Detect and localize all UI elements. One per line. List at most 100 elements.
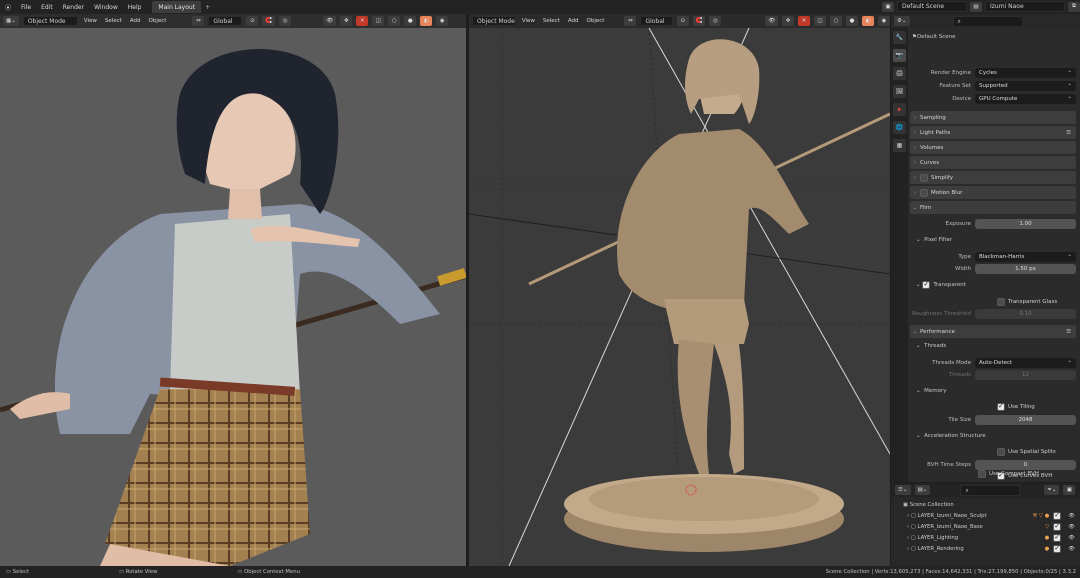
- menu-edit[interactable]: Edit: [36, 4, 58, 11]
- view-menu-right[interactable]: View: [520, 18, 537, 24]
- output-tab-icon[interactable]: 🖨: [893, 67, 906, 80]
- proportional-edit-icon[interactable]: ◎: [279, 16, 292, 26]
- scene-selector[interactable]: Default Scene: [897, 1, 967, 12]
- compact-bvh-checkbox[interactable]: [978, 470, 986, 478]
- visibility-icon-right[interactable]: 👁: [765, 16, 778, 26]
- use-tiling-checkbox[interactable]: [997, 402, 1005, 411]
- overlay-icon-right[interactable]: ✕: [798, 16, 810, 26]
- outliner-item-sculpt[interactable]: › ▢ LAYER_Izumi_Naoe_Sculpt⚒ ▽ ●👁: [891, 510, 1080, 521]
- eye-icon[interactable]: 👁: [1068, 535, 1075, 541]
- use-tiling-row[interactable]: Use Tiling: [997, 401, 1035, 413]
- outliner-search-input[interactable]: ⌕: [960, 484, 1021, 496]
- gizmo-icon-right[interactable]: ✥: [782, 16, 794, 26]
- memory-subpanel[interactable]: ⌄ Memory: [916, 385, 946, 397]
- xray-icon-right[interactable]: ◫: [814, 16, 826, 26]
- threads-subpanel[interactable]: ⌄ Threads: [916, 340, 946, 352]
- volumes-panel[interactable]: › Volumes: [910, 141, 1076, 154]
- transform-orientation-right[interactable]: Global: [640, 16, 673, 26]
- spatial-splits-checkbox[interactable]: [997, 448, 1005, 456]
- eye-icon[interactable]: 👁: [1068, 524, 1075, 530]
- world-tab-icon[interactable]: 🌐: [893, 121, 906, 134]
- shading-material-icon-right[interactable]: ◐: [862, 16, 874, 26]
- light-paths-panel[interactable]: › Light Paths ☰: [910, 126, 1076, 139]
- xray-icon[interactable]: ◫: [372, 16, 385, 26]
- outliner-item-rendering[interactable]: › ▢ LAYER_Rendering●👁: [891, 543, 1080, 554]
- filter-icon[interactable]: ⏷⌄: [1044, 485, 1060, 495]
- new-view-layer-icon[interactable]: ⧉: [1068, 1, 1080, 12]
- tool-tab-icon[interactable]: 🔧: [893, 31, 906, 44]
- visibility-icon[interactable]: 👁: [323, 16, 337, 26]
- add-menu-right[interactable]: Add: [566, 18, 581, 24]
- transparent-glass-checkbox[interactable]: [997, 298, 1005, 306]
- mode-selector-right[interactable]: Object Mode: [472, 16, 516, 26]
- transform-orientation-icon[interactable]: ⇔: [192, 16, 205, 26]
- feature-set-dropdown[interactable]: Supported: [975, 80, 1076, 91]
- threads-mode-dropdown[interactable]: Auto-Detect: [975, 357, 1076, 368]
- view-menu-left[interactable]: View: [82, 18, 99, 24]
- filter-type-dropdown[interactable]: Blackman-Harris: [975, 251, 1076, 262]
- roughness-field[interactable]: 0.10: [975, 308, 1076, 319]
- snap-icon[interactable]: 🧲: [262, 16, 276, 26]
- viewport-right[interactable]: Object Mode View Select Add Object ⇔ Glo…: [469, 14, 890, 566]
- overlay-icon[interactable]: ✕: [356, 16, 369, 26]
- sampling-panel[interactable]: › Sampling: [910, 111, 1076, 124]
- exposure-field[interactable]: 1.00: [975, 218, 1076, 229]
- shading-render-icon[interactable]: ◉: [436, 16, 449, 26]
- eye-icon[interactable]: 👁: [1068, 513, 1075, 519]
- transform-orientation-icon-right[interactable]: ⇔: [624, 16, 637, 26]
- outliner-item-base[interactable]: › ▢ LAYER_Izumi_Naoe_Base▽👁: [891, 521, 1080, 532]
- view-layer-icon[interactable]: ▤: [970, 1, 982, 12]
- editor-type-icon[interactable]: ▦⌄: [3, 16, 19, 26]
- exclude-checkbox[interactable]: [1053, 533, 1062, 542]
- object-menu-right[interactable]: Object: [585, 18, 607, 24]
- shading-solid-icon-right[interactable]: ●: [846, 16, 858, 26]
- menu-window[interactable]: Window: [89, 4, 123, 11]
- view-layer-tab-icon[interactable]: 🖼: [893, 85, 906, 98]
- add-workspace-button[interactable]: +: [205, 4, 210, 11]
- motion-blur-panel[interactable]: › Motion Blur: [910, 186, 1076, 199]
- exclude-checkbox[interactable]: [1053, 544, 1062, 553]
- pivot-icon-right[interactable]: ⊙: [676, 16, 689, 26]
- gizmo-icon[interactable]: ✥: [340, 16, 353, 26]
- eye-icon[interactable]: 👁: [1068, 546, 1075, 552]
- properties-editor-type-icon[interactable]: ⚙⌄: [894, 16, 910, 26]
- outliner-editor-type-icon[interactable]: ☰⌄: [895, 485, 911, 495]
- shading-material-icon[interactable]: ◐: [420, 16, 433, 26]
- threads-count-field[interactable]: 12: [975, 369, 1076, 380]
- menu-help[interactable]: Help: [123, 4, 147, 11]
- compact-bvh-row[interactable]: Use Compact BVH: [978, 468, 1039, 480]
- scene-tab-icon[interactable]: 🔺: [893, 103, 906, 116]
- exclude-checkbox[interactable]: [1053, 522, 1062, 531]
- menu-render[interactable]: Render: [58, 4, 89, 11]
- shading-wire-icon[interactable]: ○: [388, 16, 401, 26]
- acceleration-subpanel[interactable]: ⌄ Acceleration Structure: [916, 430, 986, 442]
- shading-wire-icon-right[interactable]: ○: [830, 16, 842, 26]
- scene-icon[interactable]: ▣: [882, 1, 894, 12]
- presets-icon[interactable]: ☰: [1066, 329, 1071, 335]
- device-dropdown[interactable]: GPU Compute: [975, 93, 1076, 104]
- view-layer-selector[interactable]: Izumi Naoe: [985, 1, 1065, 12]
- render-engine-dropdown[interactable]: Cycles: [975, 67, 1076, 78]
- blender-logo-icon[interactable]: ⦿: [0, 3, 16, 12]
- proportional-edit-icon-right[interactable]: ◎: [709, 16, 722, 26]
- transparent-subpanel[interactable]: ⌄ Transparent: [916, 279, 966, 291]
- tile-size-field[interactable]: 2048: [975, 414, 1076, 425]
- viewport-left[interactable]: ▦⌄ Object Mode View Select Add Object ⇔ …: [0, 14, 466, 566]
- simplify-checkbox[interactable]: [920, 173, 928, 182]
- filter-width-field[interactable]: 1.50 px: [975, 263, 1076, 274]
- display-mode-icon[interactable]: ▤⌄: [914, 485, 931, 495]
- texture-tab-icon[interactable]: ▦: [893, 139, 906, 152]
- exclude-checkbox[interactable]: [1053, 511, 1062, 520]
- menu-file[interactable]: File: [16, 4, 36, 11]
- transform-orientation-left[interactable]: Global: [208, 16, 243, 26]
- snap-icon-right[interactable]: 🧲: [692, 16, 706, 26]
- object-menu-left[interactable]: Object: [147, 18, 169, 24]
- motion-blur-checkbox[interactable]: [920, 188, 928, 197]
- simplify-panel[interactable]: › Simplify: [910, 171, 1076, 184]
- select-menu-left[interactable]: Select: [103, 18, 124, 24]
- add-menu-left[interactable]: Add: [128, 18, 143, 24]
- render-tab-icon[interactable]: 📷: [893, 49, 906, 62]
- workspace-tab-main-layout[interactable]: Main Layout: [152, 1, 202, 13]
- shading-render-icon-right[interactable]: ◉: [878, 16, 890, 26]
- select-menu-right[interactable]: Select: [541, 18, 562, 24]
